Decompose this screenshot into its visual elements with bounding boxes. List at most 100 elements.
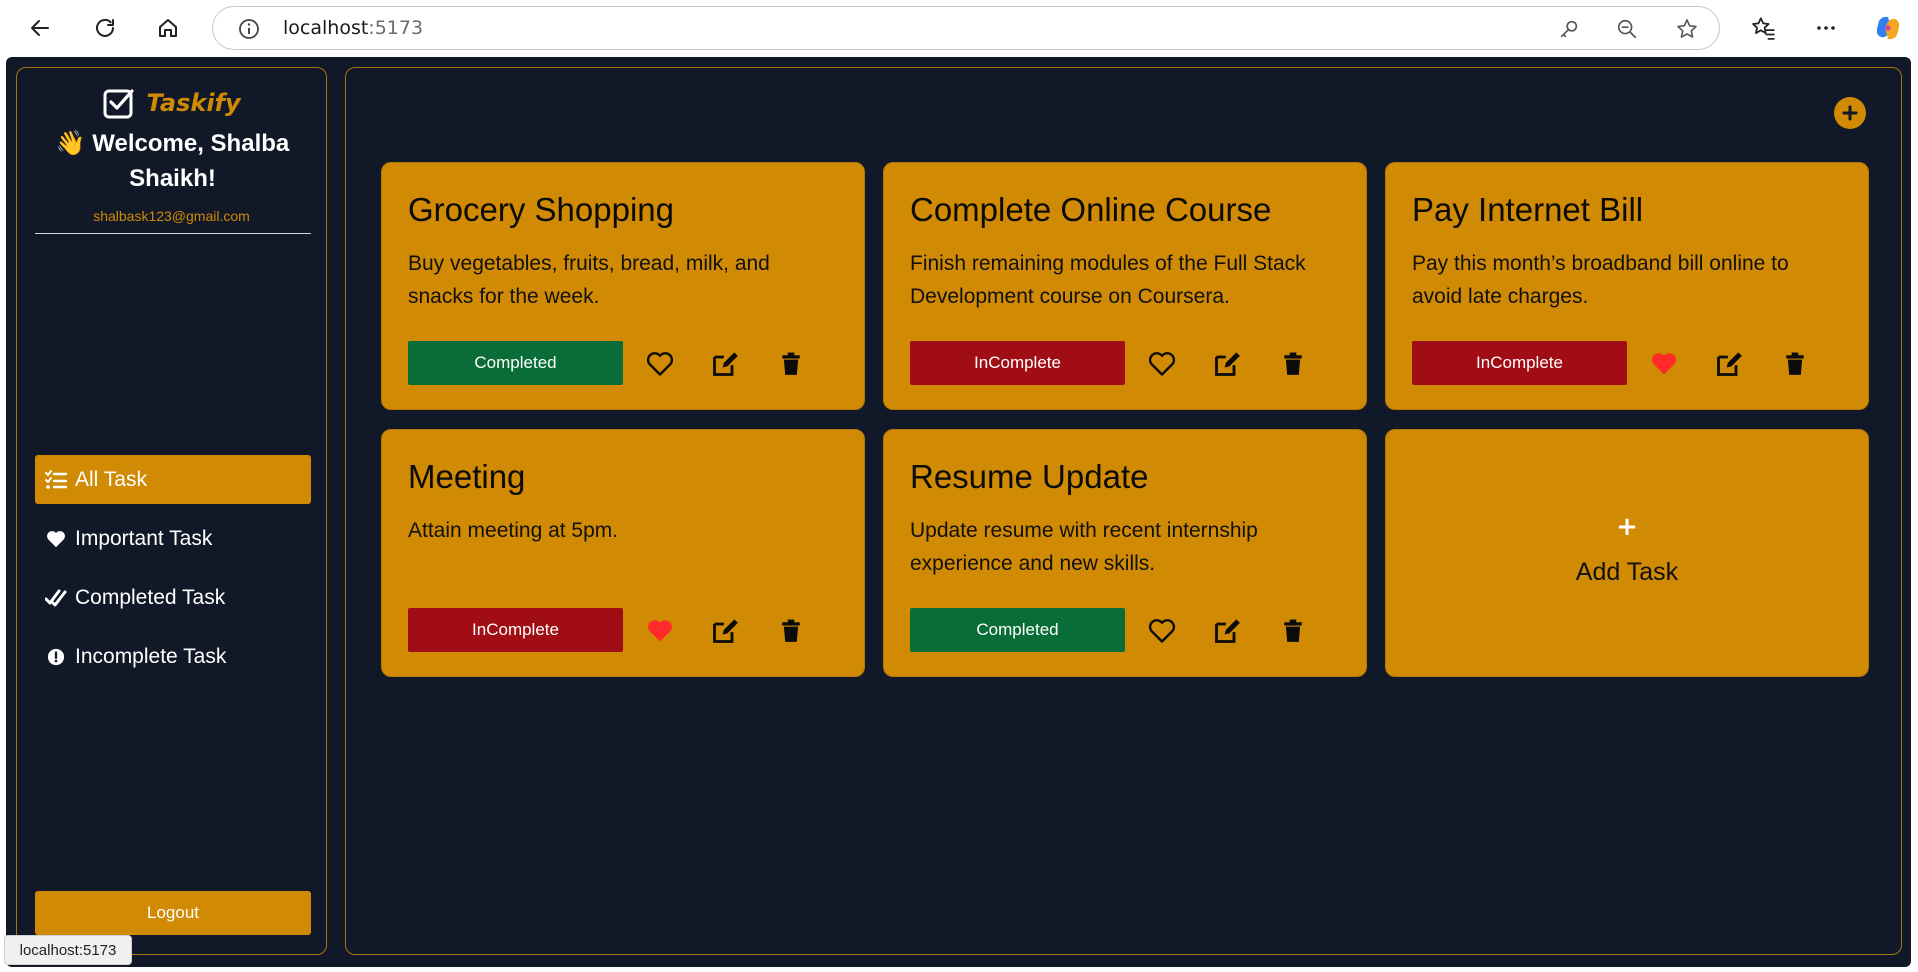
sidebar-item-label: Incomplete Task <box>75 644 227 668</box>
edit-button[interactable] <box>710 616 740 646</box>
url-host: localhost <box>283 17 369 39</box>
plus-icon <box>1842 105 1858 121</box>
favorite-star-icon[interactable] <box>1673 15 1701 43</box>
sidebar-item-incomplete-task[interactable]: Incomplete Task <box>35 632 311 681</box>
password-key-icon[interactable] <box>1555 15 1583 43</box>
favorite-button[interactable] <box>1147 616 1177 646</box>
sidebar-item-label: Completed Task <box>75 585 226 609</box>
edit-button[interactable] <box>1212 349 1242 379</box>
exclamation-circle-icon <box>45 646 67 668</box>
delete-button[interactable] <box>1278 616 1308 646</box>
home-icon <box>159 19 177 37</box>
status-toggle-button[interactable]: Completed <box>408 341 623 385</box>
favorites-button[interactable] <box>1745 11 1781 45</box>
delete-button[interactable] <box>776 616 806 646</box>
favorite-button[interactable] <box>645 349 675 379</box>
task-card: Resume Update Update resume with recent … <box>883 429 1367 677</box>
task-title: Grocery Shopping <box>408 191 674 228</box>
trash-icon <box>1786 352 1804 375</box>
trash-icon <box>782 619 800 642</box>
task-description: Attain meeting at 5pm. <box>408 519 619 542</box>
browser-toolbar: localhost:5173 <box>0 0 1918 56</box>
plus-icon: + <box>1616 512 1638 542</box>
edit-icon <box>713 619 738 643</box>
zoom-out-icon[interactable] <box>1613 15 1641 43</box>
task-description: Finish remaining modules of the Full Sta… <box>910 252 1306 308</box>
edit-icon <box>713 352 738 376</box>
task-card: Meeting Attain meeting at 5pm. InComplet… <box>381 429 865 677</box>
status-bar-url: localhost:5173 <box>4 935 132 965</box>
double-check-icon <box>45 587 67 609</box>
reload-icon <box>96 18 114 37</box>
sidebar-nav: All Task Important Task Completed Task I… <box>35 455 311 691</box>
task-description: Pay this month’s broadband bill online t… <box>1412 252 1789 308</box>
back-arrow-icon <box>31 20 49 36</box>
edit-icon <box>1215 352 1240 376</box>
heart-filled-icon <box>1652 353 1676 375</box>
checkbox-logo-icon <box>103 89 134 119</box>
trash-icon <box>1284 619 1302 642</box>
app-frame: Taskify 👋 Welcome, Shalba Shaikh! shalba… <box>6 57 1911 967</box>
home-button[interactable] <box>150 11 186 45</box>
status-toggle-button[interactable]: InComplete <box>910 341 1125 385</box>
delete-button[interactable] <box>1278 349 1308 379</box>
task-card: Pay Internet Bill Pay this month’s broad… <box>1385 162 1869 410</box>
edit-icon <box>1717 352 1742 376</box>
user-email: shalbask123@gmail.com <box>93 208 250 224</box>
task-title: Meeting <box>408 458 526 495</box>
delete-button[interactable] <box>776 349 806 379</box>
back-button[interactable] <box>22 11 58 45</box>
address-bar[interactable]: localhost:5173 <box>212 6 1720 50</box>
favorite-button[interactable] <box>1147 349 1177 379</box>
status-toggle-button[interactable]: InComplete <box>1412 341 1627 385</box>
heart-filled-icon <box>648 620 672 642</box>
trash-icon <box>1284 352 1302 375</box>
list-check-icon <box>45 469 67 491</box>
heart-icon <box>45 528 67 550</box>
more-options-button[interactable] <box>1808 11 1844 45</box>
task-title: Complete Online Course <box>910 191 1272 228</box>
add-task-card[interactable]: + Add Task <box>1385 429 1869 677</box>
task-title: Resume Update <box>910 458 1149 495</box>
sidebar-item-all-task[interactable]: All Task <box>35 455 311 504</box>
task-description: Update resume with recent internship exp… <box>910 519 1258 575</box>
url-text[interactable]: localhost:5173 <box>283 17 423 39</box>
edit-button[interactable] <box>1212 616 1242 646</box>
status-toggle-button[interactable]: InComplete <box>408 608 623 652</box>
add-task-icon-button[interactable] <box>1834 97 1866 129</box>
url-port: :5173 <box>368 17 424 39</box>
divider <box>35 233 311 234</box>
logout-button[interactable]: Logout <box>35 891 311 935</box>
sidebar-item-completed-task[interactable]: Completed Task <box>35 573 311 622</box>
favorites-icon <box>1752 17 1775 40</box>
edit-button[interactable] <box>1714 349 1744 379</box>
edit-button[interactable] <box>710 349 740 379</box>
add-task-label: Add Task <box>1575 558 1679 586</box>
sidebar-item-important-task[interactable]: Important Task <box>35 514 311 563</box>
task-card: Complete Online Course Finish remaining … <box>883 162 1367 410</box>
copilot-icon <box>1876 16 1900 40</box>
task-area: Grocery Shopping Buy vegetables, fruits,… <box>345 67 1902 955</box>
trash-icon <box>782 352 800 375</box>
brand: Taskify <box>17 86 326 120</box>
reload-button[interactable] <box>87 11 123 45</box>
brand-name: Taskify <box>146 89 241 117</box>
heart-outline-icon <box>1148 352 1176 376</box>
site-info-icon[interactable] <box>235 15 263 43</box>
task-description: Buy vegetables, fruits, bread, milk, and… <box>408 252 770 308</box>
delete-button[interactable] <box>1780 349 1810 379</box>
sidebar: Taskify 👋 Welcome, Shalba Shaikh! shalba… <box>16 67 327 955</box>
sidebar-item-label: All Task <box>75 467 147 491</box>
edit-icon <box>1215 619 1240 643</box>
heart-outline-icon <box>1148 619 1176 643</box>
task-title: Pay Internet Bill <box>1412 191 1644 228</box>
task-card: Grocery Shopping Buy vegetables, fruits,… <box>381 162 865 410</box>
heart-outline-icon <box>646 352 674 376</box>
copilot-button[interactable] <box>1870 11 1906 45</box>
sidebar-item-label: Important Task <box>75 526 213 550</box>
status-toggle-button[interactable]: Completed <box>910 608 1125 652</box>
welcome-heading: 👋 Welcome, Shalba Shaikh! <box>55 130 290 192</box>
favorite-button[interactable] <box>1649 349 1679 379</box>
favorite-button[interactable] <box>645 616 675 646</box>
more-dots-icon <box>1817 26 1835 30</box>
